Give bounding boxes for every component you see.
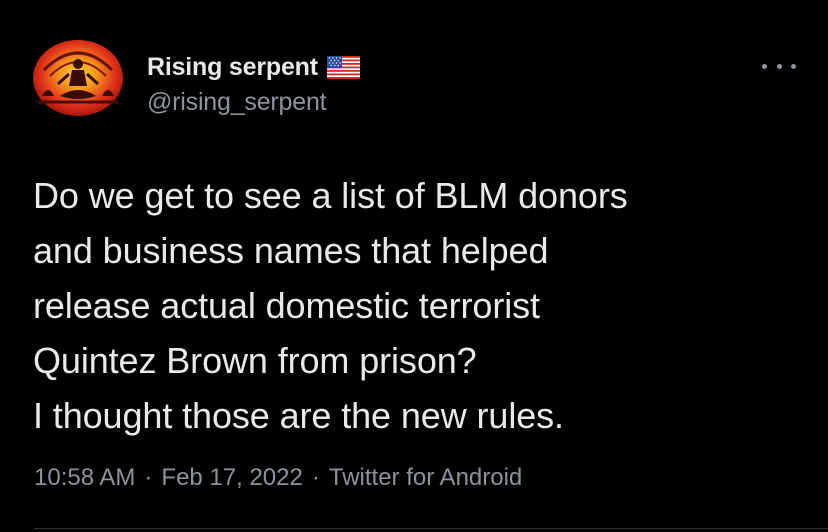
tweet-text: Do we get to see a list of BLM donors an… <box>33 175 628 436</box>
tweet-source[interactable]: Twitter for Android <box>329 464 522 491</box>
us-flag-icon <box>326 55 360 79</box>
meta-separator: · <box>311 464 320 491</box>
more-options-icon[interactable] <box>762 56 796 76</box>
divider <box>34 528 828 529</box>
author-handle[interactable]: @rising_serpent <box>147 88 327 117</box>
more-dot <box>762 63 767 69</box>
tweet-date[interactable]: Feb 17, 2022 <box>161 464 302 491</box>
tweet-metadata: 10:58 AM · Feb 17, 2022 · Twitter for Androi… <box>34 464 522 492</box>
tweet-time[interactable]: 10:58 AM <box>34 464 135 491</box>
more-dot <box>791 63 796 69</box>
tweet-container: Rising serpent @rising_serpent Do we get… <box>0 0 828 532</box>
display-name[interactable]: Rising serpent <box>147 53 318 82</box>
avatar[interactable] <box>32 40 124 118</box>
meditating-figure-avatar-icon <box>33 40 123 116</box>
author-name-row[interactable]: Rising serpent <box>147 50 360 84</box>
meta-separator: · <box>144 464 153 491</box>
more-dot <box>776 63 782 69</box>
